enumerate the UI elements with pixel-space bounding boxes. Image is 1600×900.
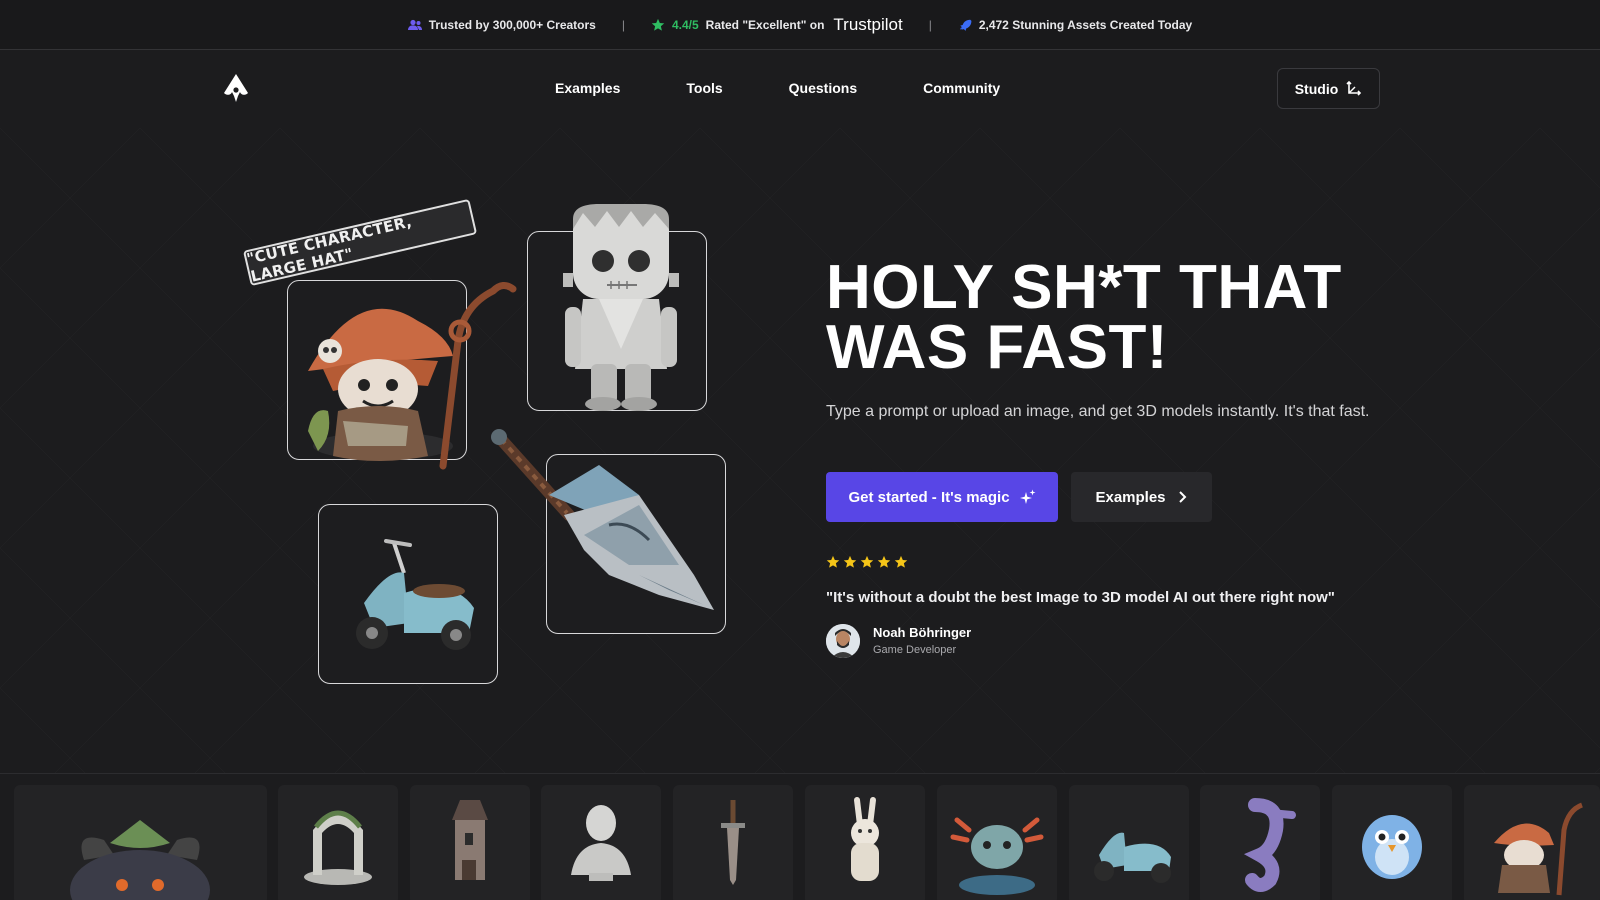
gallery-strip — [0, 773, 1600, 900]
gallery-item-bird[interactable] — [1332, 785, 1452, 900]
star-icon — [826, 555, 840, 568]
studio-button[interactable]: Studio — [1277, 68, 1380, 109]
nav-questions[interactable]: Questions — [789, 80, 857, 96]
headline-line-1: HOLY SH*T THAT — [826, 253, 1342, 322]
separator: | — [621, 17, 625, 32]
announcement-bar: Trusted by 300,000+ Creators | 4.4/5 Rat… — [0, 0, 1600, 50]
gallery-item-sword[interactable] — [673, 785, 793, 900]
separator: | — [928, 17, 932, 32]
nav-community[interactable]: Community — [923, 80, 1000, 96]
showcase-card-scooter[interactable] — [318, 504, 498, 684]
main-nav: Examples Tools Questions Community Studi… — [0, 50, 1600, 128]
rating-stars — [826, 555, 908, 569]
author-role: Game Developer — [873, 644, 957, 656]
examples-label: Examples — [1095, 488, 1166, 506]
chevron-right-icon — [1178, 491, 1186, 503]
scooter-thumbnail — [1094, 832, 1171, 883]
assets-text: 2,472 Stunning Assets Created Today — [978, 17, 1193, 32]
star-icon — [894, 555, 908, 568]
sword-model-image — [491, 429, 714, 610]
star-icon — [651, 18, 665, 31]
showcase-card-wizard[interactable] — [287, 280, 517, 470]
rating-item[interactable]: 4.4/5 Rated "Excellent" on Trustpilot — [651, 15, 903, 35]
get-started-button[interactable]: Get started - It's magic — [826, 472, 1058, 522]
bird-thumbnail — [1362, 815, 1422, 879]
gallery-item-scooter[interactable] — [1069, 785, 1189, 900]
showcase-card-frankenstein[interactable] — [527, 204, 707, 411]
seahorse-thumbnail — [1243, 798, 1296, 892]
trustpilot-logo: Trustpilot — [833, 14, 903, 34]
get-started-label: Get started - It's magic — [848, 488, 1010, 506]
wizard-model-image — [308, 282, 517, 470]
frankenstein-model-image — [563, 204, 679, 411]
studio-label: Studio — [1294, 80, 1339, 97]
avatar — [826, 624, 860, 658]
rating-score: 4.4/5 — [671, 17, 699, 32]
axes-icon — [1346, 80, 1362, 96]
nav-links: Examples Tools Questions Community — [555, 80, 1000, 96]
gallery-item-axolotl[interactable] — [937, 785, 1057, 900]
users-icon — [407, 19, 422, 30]
bust-thumbnail — [571, 805, 631, 881]
creature-thumbnail — [70, 820, 210, 900]
assets-item: 2,472 Stunning Assets Created Today — [958, 18, 1192, 32]
logo-icon[interactable] — [224, 74, 248, 102]
nav-examples[interactable]: Examples — [555, 80, 620, 96]
headline-line-2: WAS FAST! — [826, 313, 1169, 382]
trusted-text: Trusted by 300,000+ Creators — [428, 17, 596, 32]
gallery-item-wizard[interactable] — [1464, 785, 1600, 900]
gallery-item-creature[interactable] — [14, 785, 267, 900]
gallery-item-llama[interactable] — [805, 785, 925, 900]
hero-subtext: Type a prompt or upload an image, and ge… — [826, 403, 1370, 420]
tower-thumbnail — [452, 800, 488, 880]
arch-thumbnail — [304, 810, 372, 885]
rocket-icon — [960, 19, 972, 31]
author-name: Noah Böhringer — [873, 625, 972, 640]
star-icon — [860, 555, 874, 568]
hero-background — [0, 128, 1600, 773]
rating-text: Rated "Excellent" on — [705, 17, 825, 32]
axolotl-thumbnail — [950, 817, 1044, 895]
examples-button[interactable]: Examples — [1071, 472, 1212, 522]
gallery-item-tower[interactable] — [410, 785, 530, 900]
llama-thumbnail — [851, 797, 879, 881]
hero-headline: HOLY SH*T THAT WAS FAST! — [826, 253, 1386, 382]
gallery-item-bust[interactable] — [541, 785, 661, 900]
showcase-card-sword[interactable] — [491, 429, 726, 634]
sparkles-icon — [1019, 489, 1036, 504]
scooter-model-image — [356, 539, 474, 650]
trusted-item: Trusted by 300,000+ Creators — [407, 17, 596, 32]
testimonial-quote: "It's without a doubt the best Image to … — [826, 589, 1335, 606]
gallery-item-arch[interactable] — [278, 785, 398, 900]
star-icon — [843, 555, 857, 568]
gallery-item-seahorse[interactable] — [1200, 785, 1320, 900]
nav-tools[interactable]: Tools — [686, 80, 722, 96]
sword-thumbnail — [721, 800, 745, 885]
person-icon — [826, 624, 860, 658]
wizard-thumbnail — [1494, 802, 1583, 896]
star-icon — [877, 555, 891, 568]
